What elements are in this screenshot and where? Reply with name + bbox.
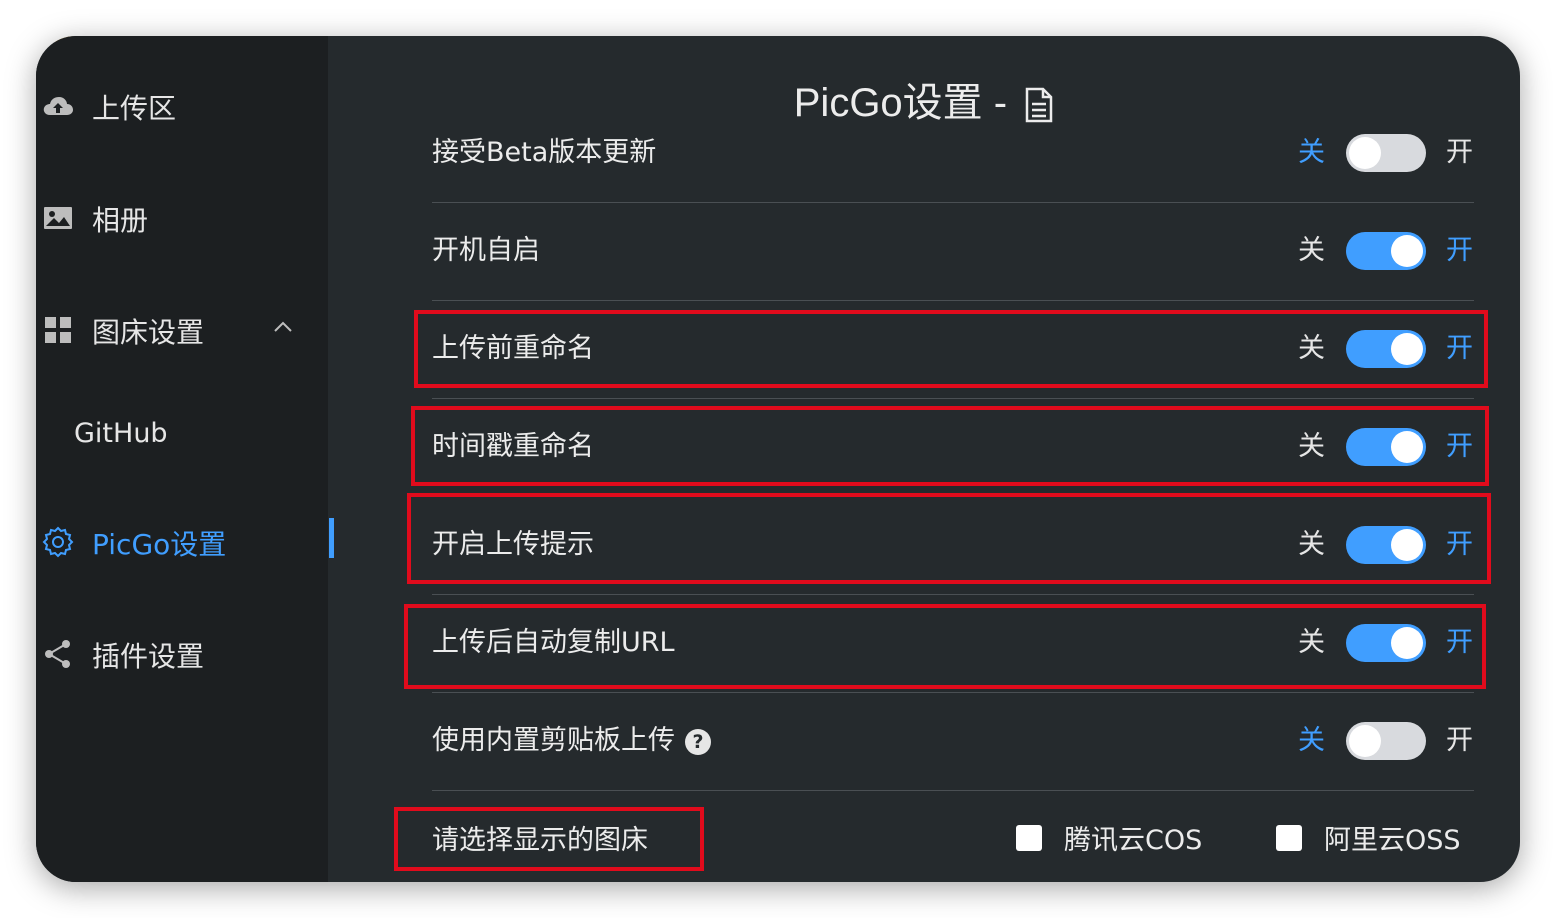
highlight-box-timestamp-rename: [411, 406, 1489, 486]
switch-off-label[interactable]: 关: [1298, 104, 1325, 202]
cloud-upload-icon: [43, 97, 73, 115]
app-window: 上传区 相册 图床设置 GitHub PicGo设置 插件设置 PicGo设置 …: [36, 36, 1520, 882]
setting-label: 使用内置剪贴板上传?: [432, 692, 711, 790]
image-icon: [44, 207, 72, 229]
sidebar-item-label: PicGo设置: [92, 528, 227, 561]
beta-updates-toggle[interactable]: [1346, 134, 1426, 172]
share-icon: [45, 640, 70, 668]
toggle-knob: [1349, 137, 1381, 169]
setting-label-text: 使用内置剪贴板上传: [432, 725, 675, 756]
sidebar-item-label: 插件设置: [92, 640, 205, 673]
sidebar-item-picbed-settings[interactable]: 图床设置: [36, 300, 328, 360]
setting-row-auto-start: 开机自启 关 开: [432, 202, 1474, 301]
gear-icon: [42, 526, 74, 558]
switch-on-label[interactable]: 开: [1446, 692, 1473, 790]
sidebar-subitem-github[interactable]: GitHub: [74, 418, 168, 449]
chevron-up-icon[interactable]: [272, 316, 294, 338]
sidebar-item-gallery[interactable]: 相册: [36, 188, 328, 248]
builtin-clipboard-toggle[interactable]: [1346, 722, 1426, 760]
toggle-knob: [1349, 725, 1381, 757]
sidebar-item-plugin-settings[interactable]: 插件设置: [36, 624, 328, 684]
sidebar-item-label: 图床设置: [92, 316, 205, 349]
toggle-knob: [1391, 235, 1423, 267]
setting-row-builtin-clipboard: 使用内置剪贴板上传? 关 开: [432, 692, 1474, 791]
highlight-box-upload-notification: [407, 493, 1491, 584]
highlight-box-rename-before-upload: [414, 310, 1488, 388]
question-icon[interactable]: ?: [685, 728, 711, 755]
switch-off-label[interactable]: 关: [1298, 692, 1325, 790]
switch-on-label[interactable]: 开: [1446, 104, 1473, 202]
tencent-cos-checkbox[interactable]: [1016, 825, 1042, 851]
aliyun-oss-checkbox[interactable]: [1276, 825, 1302, 851]
setting-label: 开机自启: [432, 235, 540, 266]
sidebar: 上传区 相册 图床设置 GitHub PicGo设置 插件设置: [36, 36, 328, 882]
highlight-box-auto-copy-url: [404, 604, 1486, 689]
auto-start-toggle[interactable]: [1346, 232, 1426, 270]
highlight-box-picbed-label: [394, 807, 704, 871]
sidebar-item-label: 上传区: [92, 92, 177, 125]
tencent-cos-label[interactable]: 腾讯云COS: [1064, 818, 1202, 857]
grid-icon: [45, 317, 71, 343]
switch-off-label[interactable]: 关: [1298, 202, 1325, 300]
sidebar-item-upload[interactable]: 上传区: [36, 76, 328, 136]
setting-label: 接受Beta版本更新: [432, 137, 657, 168]
aliyun-oss-label[interactable]: 阿里云OSS: [1324, 818, 1461, 857]
switch-on-label[interactable]: 开: [1446, 202, 1473, 300]
sidebar-item-label: 相册: [92, 204, 149, 237]
sidebar-item-picgo-settings[interactable]: PicGo设置: [36, 512, 328, 572]
setting-row-beta-updates: 接受Beta版本更新 关 开: [432, 104, 1474, 203]
